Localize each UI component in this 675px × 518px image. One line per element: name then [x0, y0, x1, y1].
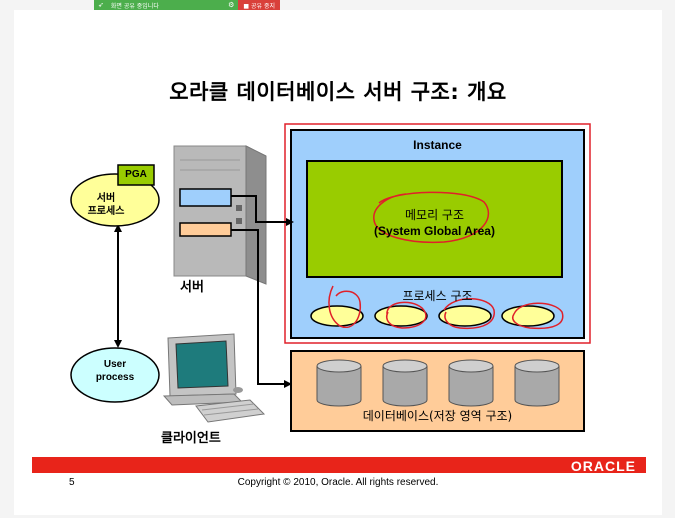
- server-label: 서버: [180, 280, 204, 295]
- server-tower: [173, 145, 267, 285]
- process-ellipse-2: [374, 305, 428, 327]
- server-memory-slot: [179, 188, 232, 207]
- screen-share-toolbar: ➶ 화면 공유 중입니다 ⚙ ■ 공유 중지: [94, 0, 280, 10]
- architecture-diagram: [70, 123, 591, 432]
- server-process-label-line2: 프로세스: [87, 206, 125, 217]
- copyright-text: Copyright © 2010, Oracle. All rights res…: [237, 477, 439, 488]
- sga-label-line1: 메모리 구조: [404, 208, 464, 222]
- client-computer: [162, 333, 266, 423]
- process-structure-label: 프로세스 구조: [402, 289, 473, 303]
- database-label: 데이터베이스(저장 영역 구조): [362, 409, 513, 423]
- share-settings-icon[interactable]: ⚙: [228, 1, 234, 9]
- slide-page: 오라클 데이터베이스 서버 구조: 개요 Instance 메모리 구조 (Sy…: [14, 10, 662, 515]
- oracle-logo: ORACLE: [570, 458, 636, 474]
- user-process-label-line1: User: [103, 359, 127, 370]
- sga-label-line2: (System Global Area): [374, 224, 495, 238]
- server-process-slot: [179, 222, 232, 237]
- page-number: 5: [69, 477, 75, 488]
- pga-label: PGA: [125, 169, 147, 180]
- share-pointer-icon[interactable]: ➶: [98, 1, 104, 9]
- share-status-label: 화면 공유 중입니다: [110, 2, 159, 10]
- instance-label: Instance: [413, 138, 462, 152]
- process-ellipse-3: [438, 305, 492, 327]
- user-process-label-line2: process: [95, 372, 135, 383]
- stop-sharing-button[interactable]: ■ 공유 중지: [238, 0, 280, 10]
- client-label: 클라이언트: [161, 431, 221, 446]
- process-ellipse-4: [501, 305, 555, 327]
